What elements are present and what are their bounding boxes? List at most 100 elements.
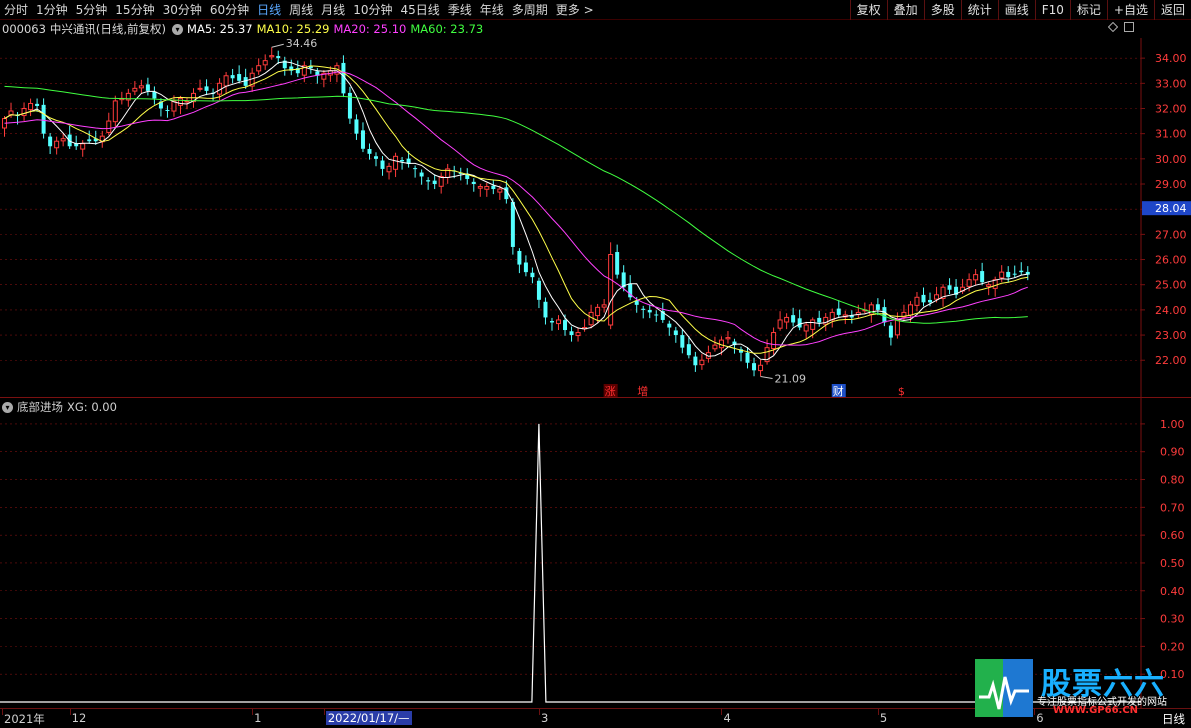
- toolbar-button[interactable]: 画线: [997, 0, 1035, 20]
- diamond-icon[interactable]: [1108, 22, 1118, 32]
- candle-body: [21, 107, 27, 117]
- candle-body: [87, 139, 92, 142]
- candle-body: [875, 304, 880, 310]
- date-tick: [2, 709, 3, 715]
- date-label: 1: [254, 711, 262, 725]
- candle-body: [647, 309, 652, 313]
- tab-timeframe[interactable]: 1分钟: [32, 0, 72, 20]
- candle-body: [152, 91, 157, 99]
- candle-body: [810, 319, 816, 330]
- toolbar-button[interactable]: 多股: [923, 0, 961, 20]
- tab-timeframe[interactable]: 45日线: [396, 0, 443, 20]
- stock-name: 中兴通讯: [49, 22, 96, 36]
- candle-body: [1006, 271, 1011, 278]
- y-tick-label: 24.00: [1155, 304, 1187, 317]
- y-tick-label: 33.00: [1155, 77, 1187, 90]
- ma5-label: MA5: 25.37: [187, 22, 253, 36]
- date-tick: [721, 709, 723, 715]
- candle-body: [484, 186, 490, 190]
- candle-body: [41, 104, 46, 134]
- tab-timeframe[interactable]: 60分钟: [206, 0, 253, 20]
- candle-body: [471, 181, 476, 185]
- candle-body: [138, 85, 144, 89]
- ma-line-0: [4, 61, 1028, 361]
- tab-timeframe[interactable]: 年线: [476, 0, 508, 20]
- candle-body: [999, 271, 1005, 279]
- event-marker[interactable]: 财: [833, 384, 844, 398]
- y-tick-label: 0.30: [1160, 613, 1185, 626]
- candle-body: [686, 344, 691, 356]
- candle-body: [882, 307, 887, 323]
- candle-body: [680, 335, 685, 348]
- candle-body: [797, 318, 802, 328]
- adjust-mode: (日线,前复权): [95, 22, 167, 36]
- candle-body: [575, 332, 581, 337]
- tab-timeframe[interactable]: 周线: [285, 0, 317, 20]
- candle-body: [1012, 273, 1017, 275]
- candle-body: [966, 279, 972, 287]
- candle-body: [374, 156, 379, 159]
- candle-body: [752, 363, 757, 371]
- candle-body: [360, 130, 365, 149]
- toolbar-button[interactable]: 叠加: [886, 0, 924, 20]
- tab-timeframe[interactable]: 30分钟: [159, 0, 206, 20]
- y-tick-label: 0.40: [1160, 585, 1185, 598]
- candle-body: [197, 87, 203, 90]
- date-label: 2021年: [4, 712, 45, 726]
- candle-body: [177, 97, 183, 106]
- candle-body: [894, 319, 900, 336]
- candle-body: [393, 155, 399, 170]
- candle-body: [204, 86, 209, 91]
- tab-timeframe[interactable]: 日线: [253, 0, 285, 20]
- tab-timeframe[interactable]: 更多 >: [552, 0, 598, 20]
- candle-body: [223, 75, 229, 87]
- candle-body: [745, 352, 750, 363]
- high-pointer: [271, 43, 284, 48]
- tab-timeframe[interactable]: 5分钟: [72, 0, 112, 20]
- ma-line-3: [4, 85, 1028, 324]
- tab-timeframe[interactable]: 季线: [444, 0, 476, 20]
- candle-body: [230, 75, 235, 79]
- candle-body: [145, 84, 150, 91]
- candle-body: [615, 252, 620, 275]
- event-marker[interactable]: 涨: [605, 385, 616, 398]
- candle-body: [595, 306, 601, 317]
- toolbar-button[interactable]: F10: [1034, 0, 1070, 20]
- event-marker[interactable]: $: [898, 385, 905, 398]
- toolbar-button[interactable]: 复权: [849, 0, 887, 20]
- date-tick: [877, 709, 879, 715]
- chevron-down-icon[interactable]: ▾: [172, 23, 184, 35]
- candle-body: [803, 324, 809, 332]
- toolbar-button[interactable]: 标记: [1069, 0, 1107, 20]
- toolbar-button[interactable]: 返回: [1153, 0, 1191, 20]
- tab-timeframe[interactable]: 多周期: [508, 0, 552, 20]
- candle-body: [112, 100, 118, 123]
- gp66-logo-icon: [975, 659, 1033, 717]
- event-marker[interactable]: 增: [637, 384, 648, 398]
- candle-body: [262, 60, 268, 66]
- tab-timeframe[interactable]: 15分钟: [111, 0, 158, 20]
- toolbar-button[interactable]: 统计: [960, 0, 998, 20]
- candle-body: [54, 140, 60, 149]
- window-icon[interactable]: [1124, 22, 1134, 32]
- y-tick-label: 30.00: [1155, 153, 1187, 166]
- candle-body: [641, 308, 646, 310]
- candle-body: [563, 320, 568, 331]
- candle-body: [693, 356, 698, 366]
- tab-timeframe[interactable]: 分时: [0, 0, 32, 20]
- tab-timeframe[interactable]: 月线: [317, 0, 349, 20]
- y-tick-label: 34.00: [1155, 52, 1187, 65]
- date-tick: [538, 709, 540, 715]
- candle-body: [836, 308, 841, 315]
- candle-body: [432, 180, 437, 185]
- candle-body: [426, 180, 431, 182]
- date-label: 12: [71, 711, 87, 725]
- candle-body: [928, 299, 933, 303]
- tab-timeframe[interactable]: 10分钟: [349, 0, 396, 20]
- candle-body: [556, 319, 561, 325]
- candle-body: [549, 321, 554, 323]
- toolbar-button[interactable]: +自选: [1106, 0, 1154, 20]
- candle-body: [673, 330, 678, 336]
- low-pointer: [760, 375, 773, 379]
- candlestick-chart[interactable]: 34.0033.0032.0031.0030.0029.0028.0027.00…: [0, 38, 1191, 398]
